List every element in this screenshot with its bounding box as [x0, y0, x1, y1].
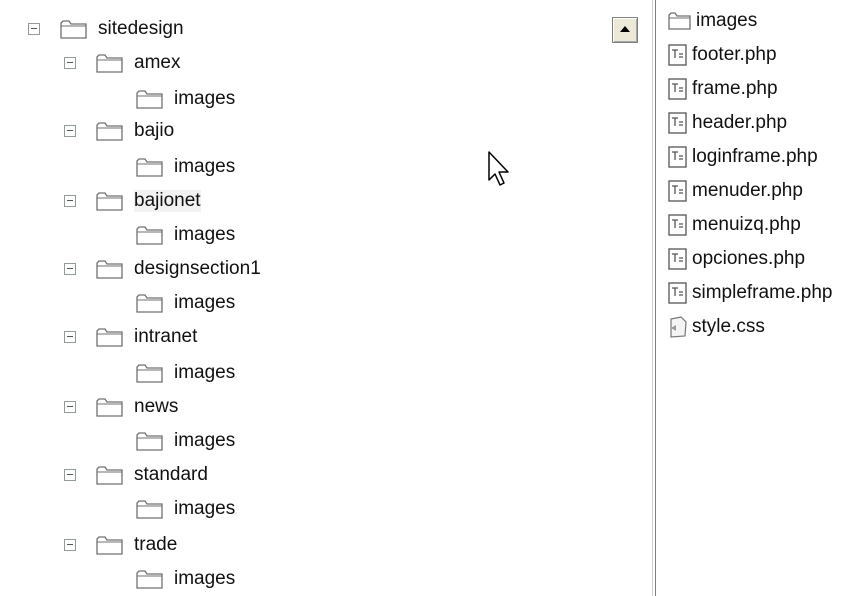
folder-icon — [96, 260, 123, 279]
folder-icon — [96, 192, 123, 211]
php-file-icon — [668, 214, 687, 236]
file-name: style.css — [692, 316, 765, 337]
folder-icon — [96, 122, 123, 141]
tree-node-images[interactable]: images — [136, 220, 235, 250]
tree-node-label: intranet — [134, 326, 198, 347]
file-name: images — [696, 10, 758, 31]
tree-node-label: trade — [134, 534, 178, 555]
tree-node-news[interactable]: news — [64, 392, 178, 422]
tree-node-images[interactable]: images — [136, 84, 235, 114]
folder-icon — [136, 500, 163, 519]
css-file-icon — [670, 316, 687, 338]
mouse-cursor-icon — [488, 151, 509, 186]
file-item-frame-php[interactable]: frame.php — [668, 74, 778, 104]
folder-icon — [96, 398, 123, 417]
php-file-icon — [668, 78, 687, 100]
folder-tree-pane[interactable]: sitedesign amex images bajio images baji… — [0, 0, 653, 596]
tree-node-intranet[interactable]: intranet — [64, 322, 197, 352]
file-name: opciones.php — [692, 248, 806, 269]
tree-node-images[interactable]: images — [136, 288, 235, 318]
file-name: simpleframe.php — [692, 282, 833, 303]
collapse-toggle-icon[interactable] — [64, 401, 76, 413]
file-name: menuder.php — [692, 180, 803, 201]
tree-node-label: sitedesign — [98, 18, 184, 39]
tree-node-standard[interactable]: standard — [64, 460, 208, 490]
file-name: footer.php — [692, 44, 777, 65]
file-item-opciones-php[interactable]: opciones.php — [668, 244, 805, 274]
file-name: menuizq.php — [692, 214, 801, 235]
php-file-icon — [668, 44, 687, 66]
tree-node-sitedesign[interactable]: sitedesign — [28, 14, 184, 44]
tree-node-label: standard — [134, 464, 208, 485]
tree-node-images[interactable]: images — [136, 564, 235, 594]
file-item-style-css[interactable]: style.css — [668, 312, 765, 342]
collapse-toggle-icon[interactable] — [64, 125, 76, 137]
collapse-toggle-icon[interactable] — [28, 23, 40, 35]
tree-node-amex[interactable]: amex — [64, 48, 180, 78]
tree-node-label: images — [174, 292, 236, 313]
tree-node-label: images — [174, 568, 236, 589]
tree-node-label: bajionet — [134, 190, 201, 212]
folder-icon — [136, 294, 163, 313]
tree-node-trade[interactable]: trade — [64, 530, 177, 560]
folder-icon — [60, 20, 87, 39]
tree-node-label: images — [174, 88, 236, 109]
tree-node-label: images — [174, 362, 236, 383]
collapse-toggle-icon[interactable] — [64, 57, 76, 69]
php-file-icon — [668, 146, 687, 168]
collapse-toggle-icon[interactable] — [64, 469, 76, 481]
file-item-loginframe-php[interactable]: loginframe.php — [668, 142, 818, 172]
folder-icon — [96, 328, 123, 347]
tree-node-label: bajio — [134, 120, 175, 141]
php-file-icon — [668, 282, 687, 304]
collapse-toggle-icon[interactable] — [64, 195, 76, 207]
tree-node-designsection1[interactable]: designsection1 — [64, 254, 261, 284]
tree-node-label: images — [174, 498, 236, 519]
folder-icon — [136, 90, 163, 109]
php-file-icon — [668, 180, 687, 202]
file-item-footer-php[interactable]: footer.php — [668, 40, 777, 70]
php-file-icon — [668, 248, 687, 270]
tree-node-label: images — [174, 224, 236, 245]
folder-icon — [136, 226, 163, 245]
file-name: header.php — [692, 112, 788, 133]
tree-node-images[interactable]: images — [136, 426, 235, 456]
tree-node-images[interactable]: images — [136, 152, 235, 182]
file-list-pane[interactable]: images footer.php frame.php header.php l… — [656, 0, 862, 596]
tree-node-bajio[interactable]: bajio — [64, 116, 174, 146]
tree-node-label: amex — [134, 52, 181, 73]
file-item-header-php[interactable]: header.php — [668, 108, 787, 138]
tree-node-bajionet[interactable]: bajionet — [64, 186, 201, 216]
file-item-images[interactable]: images — [668, 6, 757, 36]
folder-icon — [136, 432, 163, 451]
folder-icon — [96, 54, 123, 73]
file-item-menuizq-php[interactable]: menuizq.php — [668, 210, 801, 240]
folder-icon — [668, 12, 691, 30]
tree-node-images[interactable]: images — [136, 358, 235, 388]
tree-node-label: news — [134, 396, 179, 417]
folder-icon — [96, 536, 123, 555]
tree-node-label: designsection1 — [134, 258, 261, 279]
file-name: loginframe.php — [692, 146, 818, 167]
folder-icon — [136, 158, 163, 177]
folder-icon — [136, 570, 163, 589]
file-name: frame.php — [692, 78, 778, 99]
collapse-toggle-icon[interactable] — [64, 539, 76, 551]
file-item-simpleframe-php[interactable]: simpleframe.php — [668, 278, 832, 308]
scroll-up-button[interactable] — [612, 17, 638, 43]
collapse-toggle-icon[interactable] — [64, 263, 76, 275]
folder-icon — [96, 466, 123, 485]
file-item-menuder-php[interactable]: menuder.php — [668, 176, 803, 206]
php-file-icon — [668, 112, 687, 134]
collapse-toggle-icon[interactable] — [64, 331, 76, 343]
folder-icon — [136, 364, 163, 383]
tree-node-label: images — [174, 430, 236, 451]
tree-node-images[interactable]: images — [136, 494, 235, 524]
tree-node-label: images — [174, 156, 236, 177]
